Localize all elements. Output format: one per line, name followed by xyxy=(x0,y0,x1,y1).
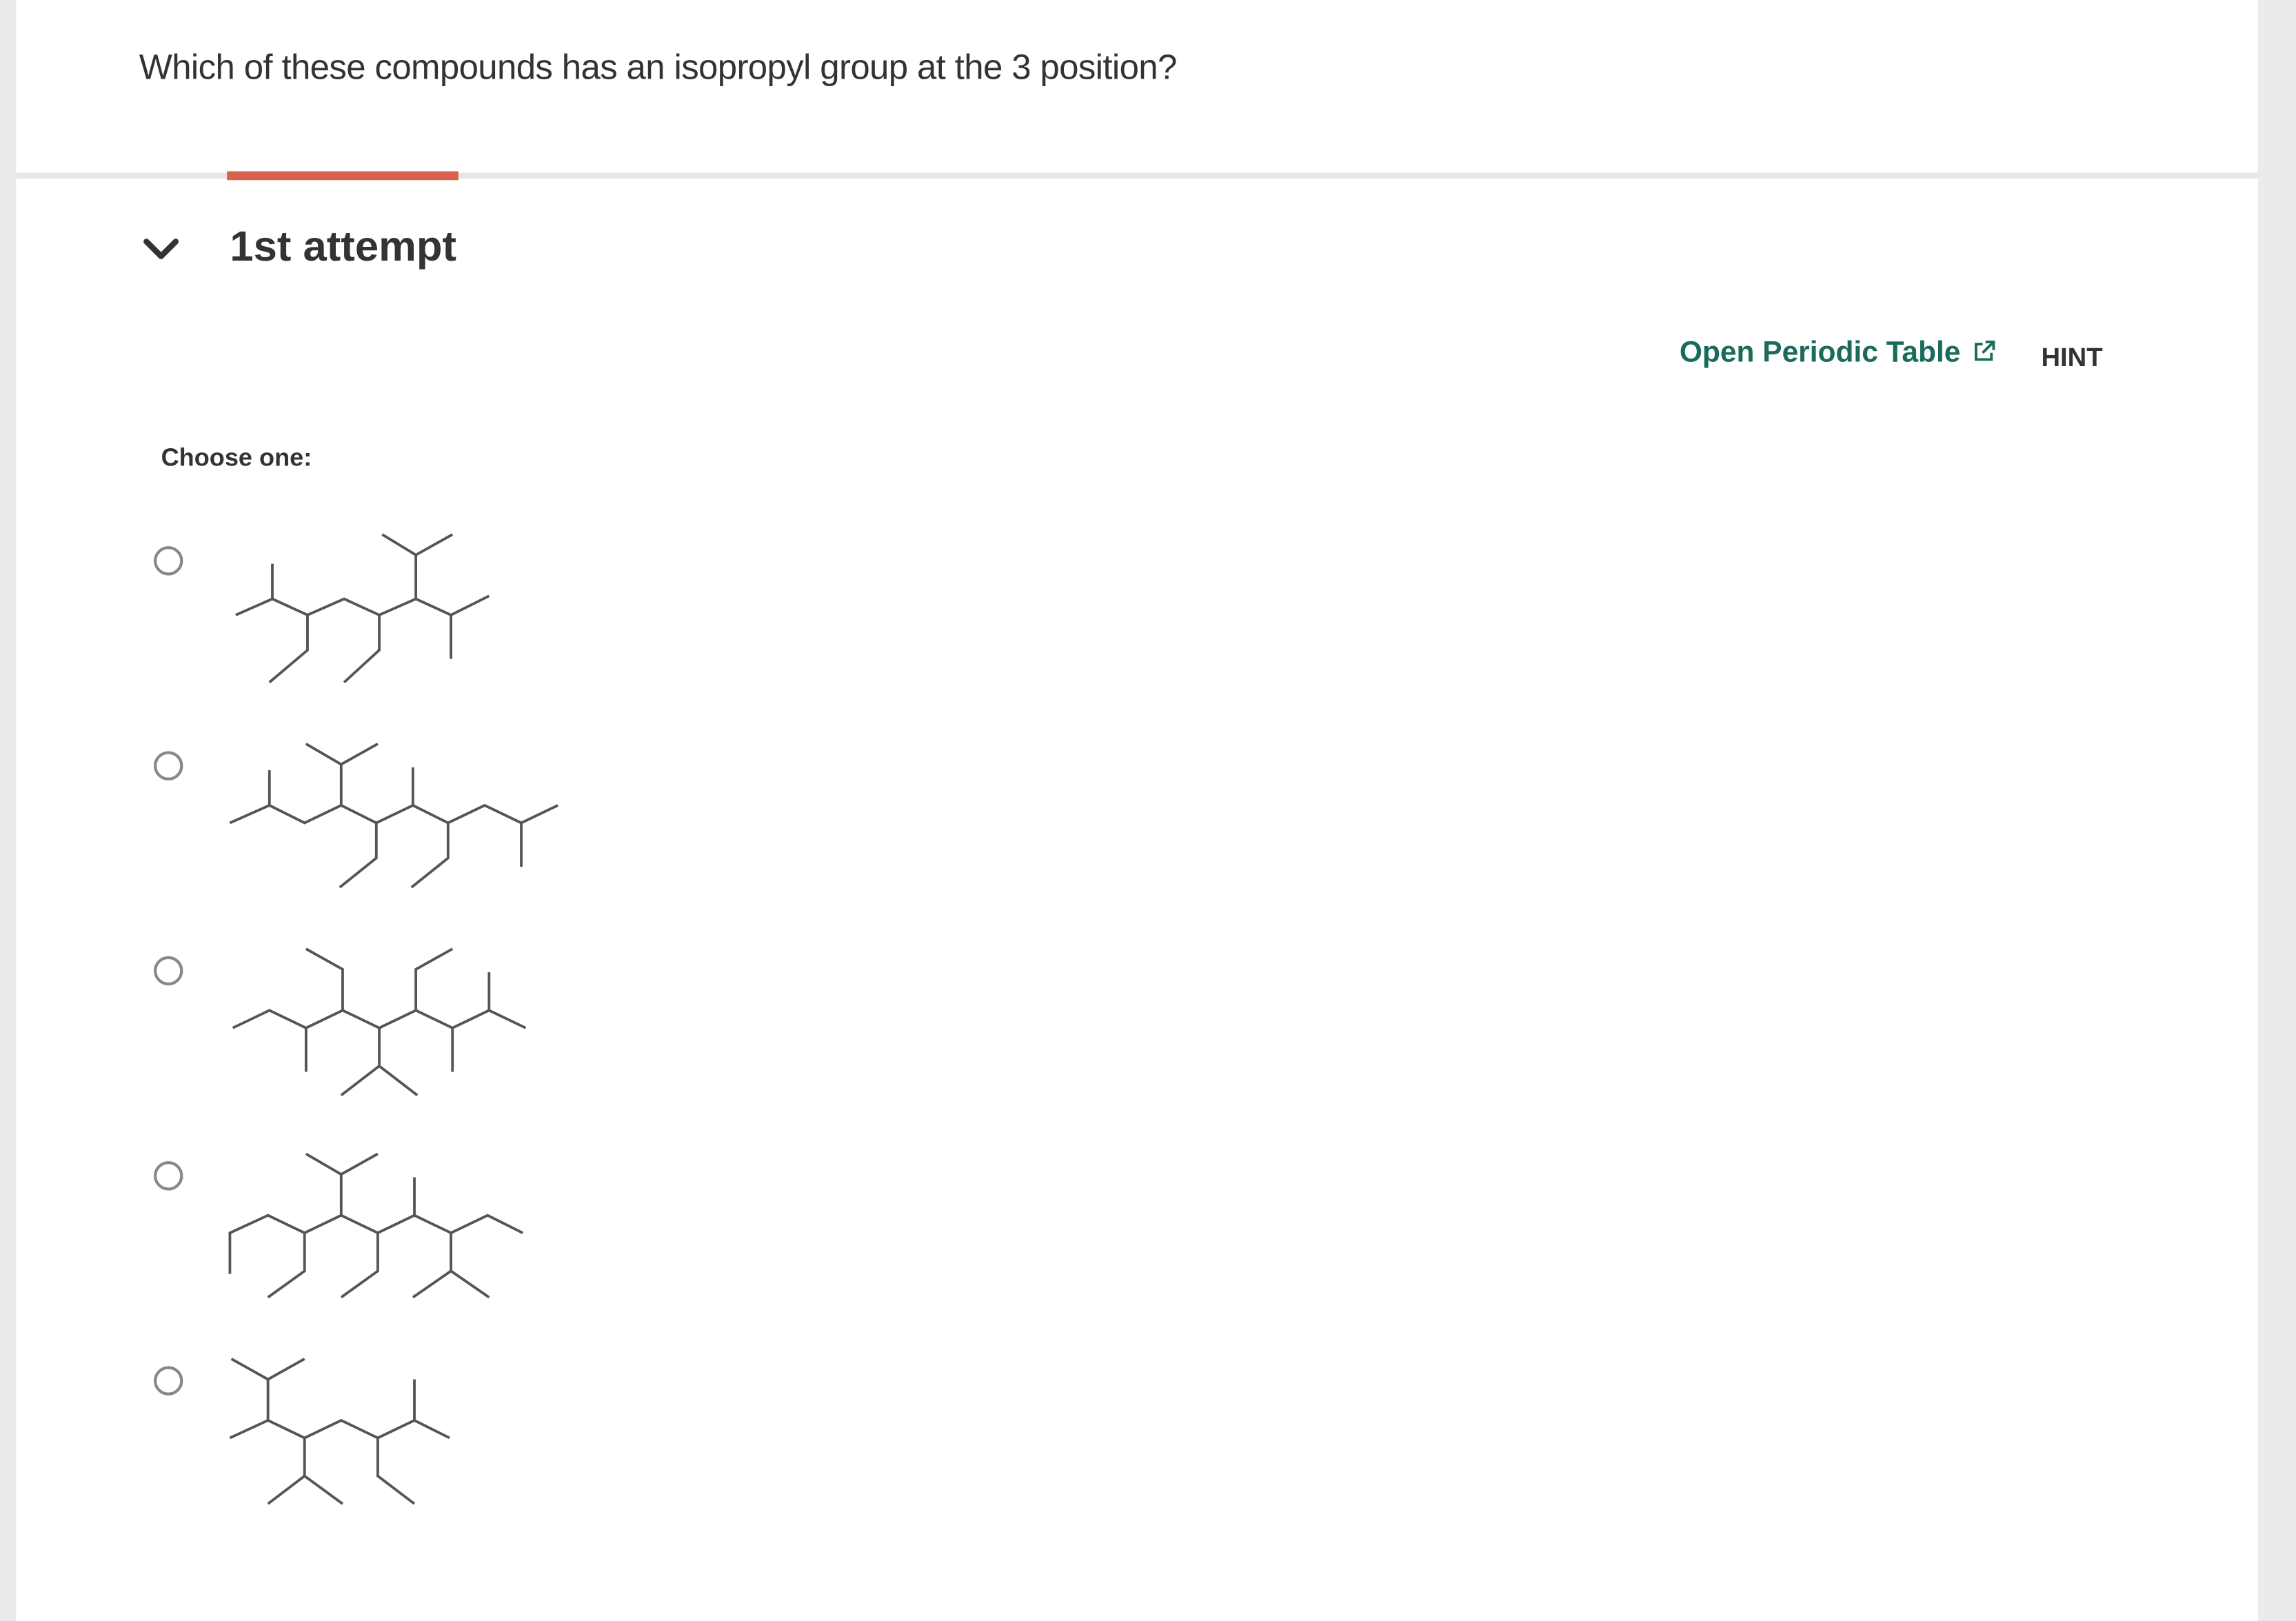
radio-button-option-2[interactable] xyxy=(153,751,183,781)
answer-option-2[interactable] xyxy=(148,726,587,902)
open-periodic-table-label: Open Periodic Table xyxy=(1679,336,1961,370)
radio-button-option-4[interactable] xyxy=(153,1161,183,1191)
answer-option-4[interactable] xyxy=(148,1136,587,1312)
attempt-title[interactable]: 1st attempt xyxy=(230,224,456,272)
skeletal-structure-2-image xyxy=(229,743,558,889)
radio-button-option-5[interactable] xyxy=(153,1366,183,1396)
skeletal-structure-1-image xyxy=(235,533,490,684)
answer-option-1[interactable] xyxy=(148,520,587,696)
skeletal-structure-5-image xyxy=(229,1358,450,1505)
radio-button-option-3[interactable] xyxy=(153,956,183,986)
choose-one-label: Choose one: xyxy=(161,443,312,472)
radio-button-option-1[interactable] xyxy=(153,546,183,576)
answer-option-5[interactable] xyxy=(148,1341,587,1517)
open-periodic-table-link[interactable]: Open Periodic Table xyxy=(1680,336,1997,370)
question-panel: Which of these compounds has an isopropy… xyxy=(16,0,2258,1621)
screen: Which of these compounds has an isopropy… xyxy=(0,0,2296,1621)
skeletal-structure-4-image xyxy=(228,1152,524,1299)
hint-button[interactable]: HINT xyxy=(2041,343,2102,374)
external-link-icon xyxy=(1975,340,1996,361)
active-attempt-indicator xyxy=(227,171,459,181)
question-text: Which of these compounds has an isopropy… xyxy=(139,48,1178,88)
chevron-down-icon[interactable] xyxy=(142,234,180,267)
answer-option-3[interactable] xyxy=(148,932,587,1107)
skeletal-structure-3-image xyxy=(232,947,527,1097)
